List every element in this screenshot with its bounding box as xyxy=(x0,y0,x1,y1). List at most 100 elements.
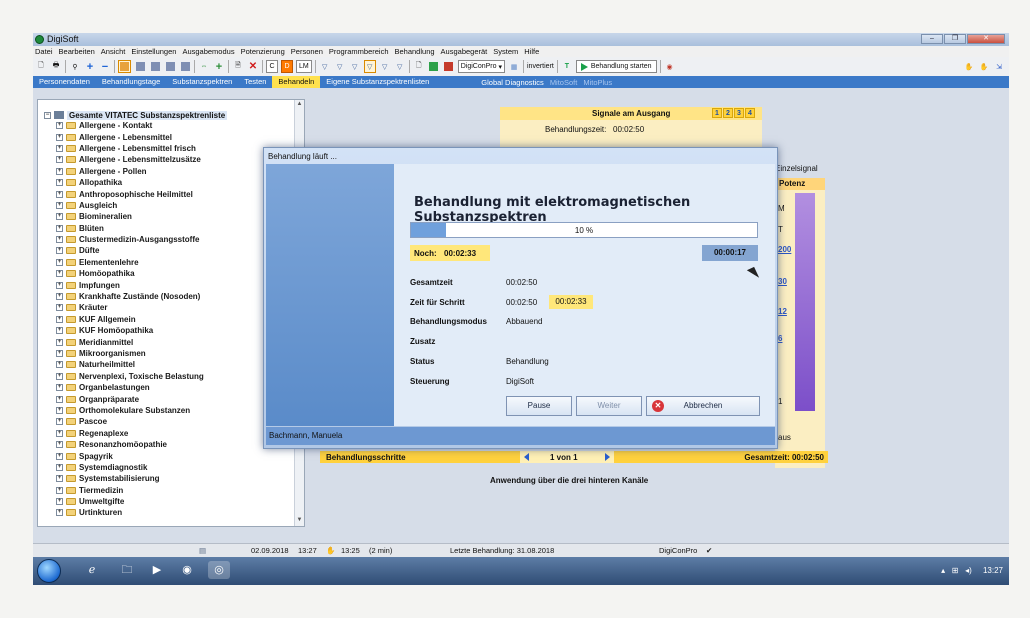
menu-potenzierung[interactable]: Potenzierung xyxy=(241,46,285,57)
channel-2-button[interactable]: 2 xyxy=(723,108,733,118)
arrows-icon[interactable]: ⇔ xyxy=(198,60,210,73)
menu-einstellungen[interactable]: Einstellungen xyxy=(131,46,176,57)
digisoft-task-icon[interactable]: ◎ xyxy=(208,561,230,579)
expand-icon[interactable]: + xyxy=(56,281,63,289)
tree-item[interactable]: + Meridianmittel xyxy=(56,336,204,347)
filter-icon[interactable]: ▽ xyxy=(319,60,331,73)
tree-item[interactable]: + Blüten xyxy=(56,223,204,234)
expand-icon[interactable]: + xyxy=(56,475,63,483)
minus-icon[interactable]: − xyxy=(99,60,111,73)
tab-global-diagnostics[interactable]: Global Diagnostics xyxy=(481,78,544,87)
tree-item[interactable]: + Systemstabilisierung xyxy=(56,473,204,484)
start-treatment-button[interactable]: Behandlung starten xyxy=(575,60,657,73)
view-mode-5-icon[interactable] xyxy=(179,60,191,73)
browser-icon[interactable]: ℯ xyxy=(81,561,103,579)
tree-item[interactable]: + Resonanzhomöopathie xyxy=(56,439,204,450)
cancel-button[interactable]: ✕ Abbrechen xyxy=(646,396,760,416)
tab-eigene-listen[interactable]: Eigene Substanzspektrenlisten xyxy=(320,76,435,88)
exit-icon[interactable]: ⇲ xyxy=(993,60,1005,73)
print-icon[interactable]: 🖶 xyxy=(50,60,62,73)
channel-4-button[interactable]: 4 xyxy=(745,108,755,118)
filter-icon[interactable]: ▽ xyxy=(394,60,406,73)
tree-item[interactable]: + Systemdiagnostik xyxy=(56,462,204,473)
tree-item[interactable]: + Urtinkturen xyxy=(56,507,204,518)
expand-icon[interactable]: + xyxy=(56,338,63,346)
channel-1-button[interactable]: 1 xyxy=(712,108,722,118)
expand-icon[interactable]: + xyxy=(56,429,63,437)
expand-icon[interactable]: + xyxy=(56,384,63,392)
d-button[interactable]: D xyxy=(281,60,293,73)
menu-programmbereich[interactable]: Programmbereich xyxy=(329,46,389,57)
page-icon[interactable]: 🗋 xyxy=(413,60,425,73)
tray-arrow-icon[interactable]: ▴ xyxy=(941,566,945,575)
expand-icon[interactable]: + xyxy=(56,133,63,141)
expand-icon[interactable]: + xyxy=(56,190,63,198)
delete-icon[interactable]: ✕ xyxy=(247,60,259,73)
minimize-button[interactable]: – xyxy=(921,34,943,44)
view-mode-4-icon[interactable] xyxy=(164,60,176,73)
plus-icon[interactable]: + xyxy=(84,60,96,73)
expand-icon[interactable]: + xyxy=(56,122,63,130)
filter-icon[interactable]: ▽ xyxy=(379,60,391,73)
media-icon[interactable]: ▶ xyxy=(146,561,168,579)
expand-icon[interactable]: + xyxy=(56,509,63,517)
tree-item[interactable]: + Elementenlehre xyxy=(56,257,204,268)
network-icon[interactable]: ⊞ xyxy=(952,566,959,575)
expand-icon[interactable]: + xyxy=(56,452,63,460)
expand-icon[interactable]: + xyxy=(56,179,63,187)
tree-item[interactable]: + Biomineralien xyxy=(56,211,204,222)
binoculars-icon[interactable]: ⚲ xyxy=(69,60,81,73)
menu-hilfe[interactable]: Hilfe xyxy=(524,46,539,57)
tree-item[interactable]: + Pascoe xyxy=(56,416,204,427)
tree-item[interactable]: + Allergene - Lebensmittel frisch xyxy=(56,143,204,154)
tree-item[interactable]: + Organbelastungen xyxy=(56,382,204,393)
potency-link-30[interactable]: 30 xyxy=(778,277,787,286)
view-mode-2-icon[interactable] xyxy=(134,60,146,73)
view-mode-3-icon[interactable] xyxy=(149,60,161,73)
tree-item[interactable]: + Kräuter xyxy=(56,302,204,313)
potency-link-200[interactable]: 200 xyxy=(778,245,791,254)
tree-item[interactable]: + Regenaplexe xyxy=(56,428,204,439)
expand-icon[interactable]: + xyxy=(56,156,63,164)
device-dropdown[interactable]: DigiConPro ▾ xyxy=(457,60,505,73)
expand-icon[interactable]: + xyxy=(56,315,63,323)
green-square-icon[interactable] xyxy=(428,60,440,73)
expand-icon[interactable]: + xyxy=(56,213,63,221)
scroll-down-icon[interactable]: ▼ xyxy=(296,517,303,525)
expand-icon[interactable]: + xyxy=(56,350,63,357)
prev-step-icon[interactable] xyxy=(524,453,529,461)
expand-icon[interactable]: + xyxy=(56,236,63,244)
expand-icon[interactable]: + xyxy=(56,463,63,471)
expand-icon[interactable]: + xyxy=(56,270,63,278)
collapse-icon[interactable]: − xyxy=(44,111,51,119)
tree-item[interactable]: + Clustermedizin-Ausgangsstoffe xyxy=(56,234,204,245)
explorer-icon[interactable]: 🗀 xyxy=(116,561,138,579)
tree-item[interactable]: + KUF Allgemein xyxy=(56,314,204,325)
expand-icon[interactable]: + xyxy=(56,418,63,426)
tab-testen[interactable]: Testen xyxy=(238,76,272,88)
scroll-up-icon[interactable]: ▲ xyxy=(296,101,303,109)
globe-icon[interactable]: ◉ xyxy=(664,60,676,73)
green-plus-icon[interactable]: + xyxy=(213,60,225,73)
continue-button[interactable]: Weiter xyxy=(576,396,642,416)
start-button[interactable] xyxy=(37,559,61,583)
expand-icon[interactable]: + xyxy=(56,293,63,301)
expand-icon[interactable]: + xyxy=(56,258,63,266)
lm-button[interactable]: LM xyxy=(296,60,312,73)
expand-icon[interactable]: + xyxy=(56,167,63,175)
view-mode-1-icon[interactable] xyxy=(118,60,131,73)
tree-item[interactable]: + Tiermedizin xyxy=(56,485,204,496)
tree-item[interactable]: + Organpräparate xyxy=(56,393,204,404)
expand-icon[interactable]: + xyxy=(56,327,63,335)
volume-icon[interactable]: ◂) xyxy=(965,566,972,575)
expand-icon[interactable]: + xyxy=(56,361,63,369)
hand-red-icon[interactable]: ✋ xyxy=(978,60,990,73)
clock[interactable]: 13:27 xyxy=(983,566,1003,575)
menu-system[interactable]: System xyxy=(493,46,518,57)
tree-item[interactable]: + Allergene - Kontakt xyxy=(56,120,204,131)
antenna-icon[interactable]: T xyxy=(561,60,573,73)
c-button[interactable]: C xyxy=(266,60,278,73)
tree-item[interactable]: + Impfungen xyxy=(56,279,204,290)
inverted-toggle[interactable]: invertiert xyxy=(527,60,554,73)
tree-root[interactable]: − Gesamte VITATEC Substanzspektrenliste xyxy=(44,110,228,120)
